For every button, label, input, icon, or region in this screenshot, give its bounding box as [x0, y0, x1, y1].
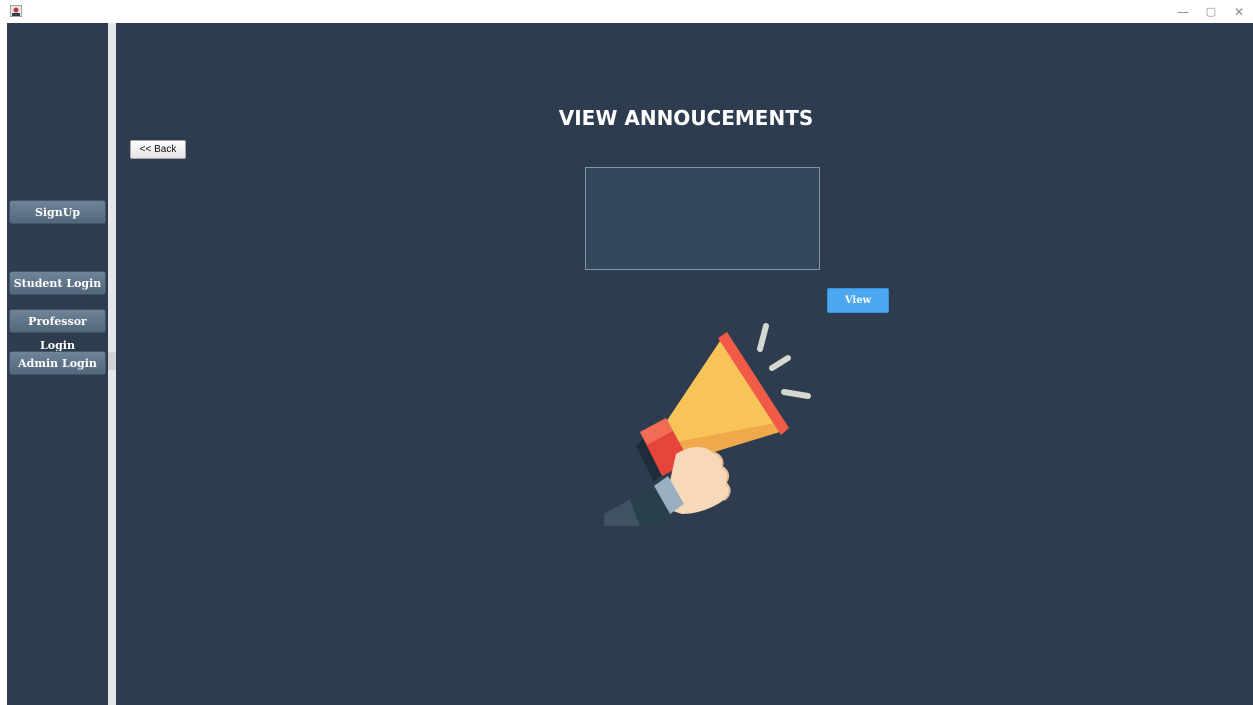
- close-button[interactable]: ✕: [1224, 3, 1253, 21]
- view-button[interactable]: View: [827, 288, 889, 313]
- window-titlebar: — ▢ ✕: [0, 0, 1253, 23]
- student-login-button[interactable]: Student Login: [9, 271, 106, 295]
- maximize-button[interactable]: ▢: [1196, 3, 1226, 21]
- minimize-button[interactable]: —: [1168, 3, 1198, 21]
- app-icon: [10, 5, 22, 17]
- back-button[interactable]: << Back: [130, 140, 186, 159]
- professor-login-button[interactable]: Professor Login: [9, 309, 106, 352]
- announcement-text-area[interactable]: [585, 167, 820, 270]
- split-pane-handle[interactable]: [108, 352, 116, 370]
- page-title: VIEW ANNOUCEMENTS: [558, 106, 814, 130]
- admin-login-button[interactable]: Admin Login: [9, 351, 106, 375]
- megaphone-icon: [604, 323, 811, 526]
- signup-button[interactable]: SignUp: [9, 200, 106, 224]
